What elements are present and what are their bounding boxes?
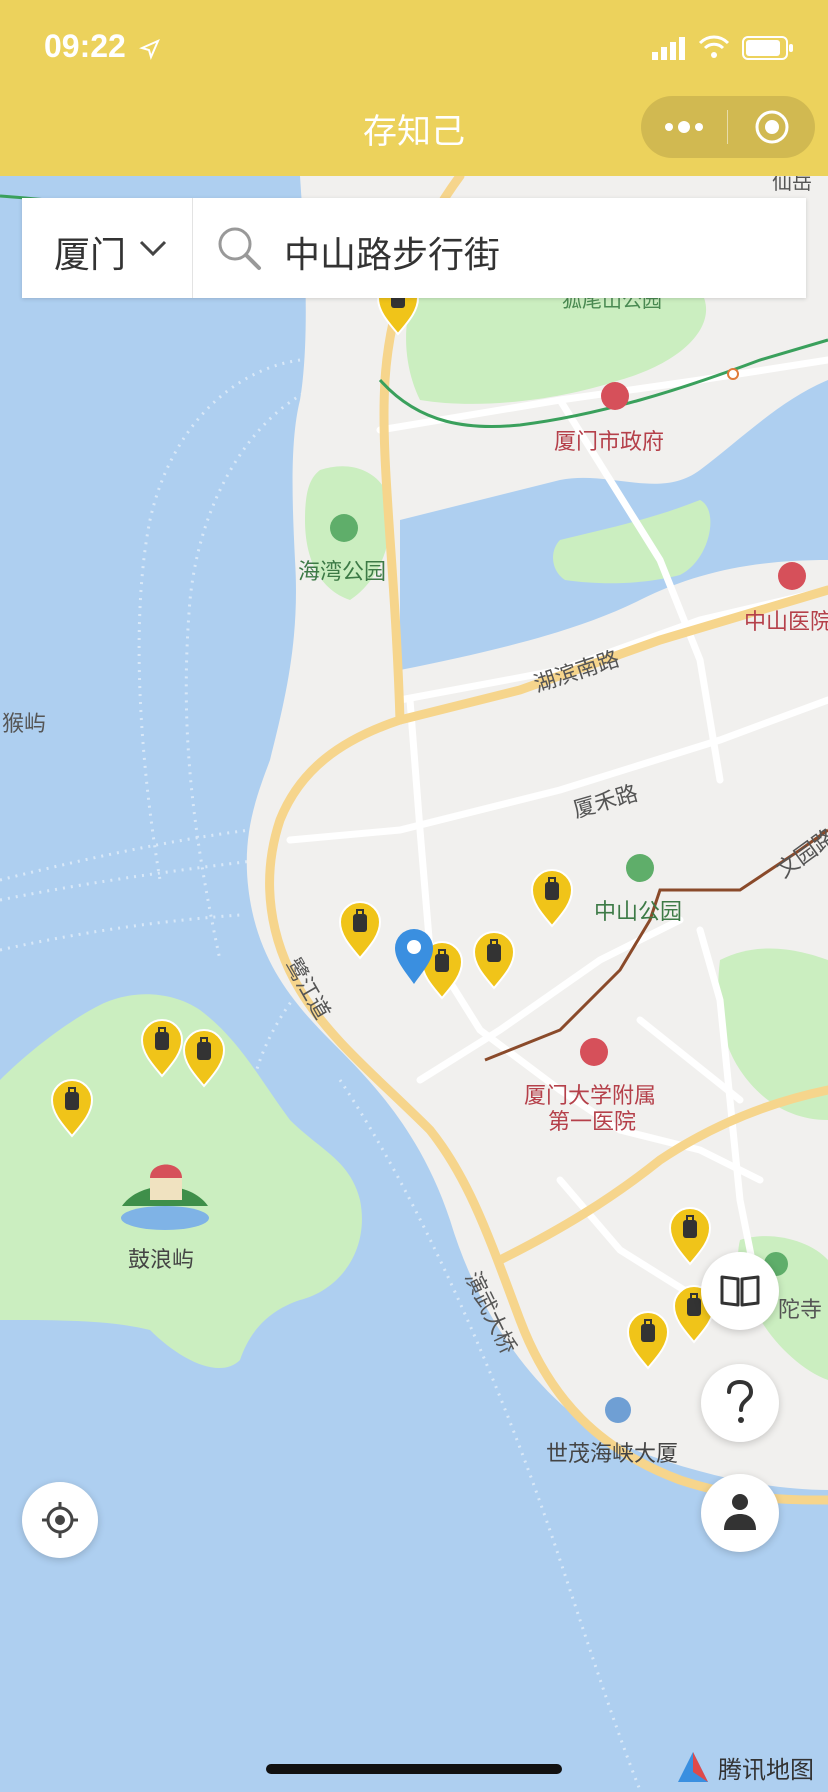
- bay-park-label[interactable]: 海湾公园: [298, 554, 386, 586]
- help-button[interactable]: [701, 1364, 779, 1442]
- search-query: 中山路步行街: [284, 235, 501, 276]
- miniprogram-capsule: [641, 96, 815, 158]
- xmu-hospital-label-line2[interactable]: 第一医院: [548, 1104, 636, 1136]
- luggage-pin[interactable]: [472, 930, 516, 990]
- luggage-pin[interactable]: [140, 1018, 184, 1078]
- government-label[interactable]: 厦门市政府: [554, 424, 664, 456]
- luggage-pin[interactable]: [182, 1028, 226, 1088]
- capsule-divider: [727, 110, 728, 144]
- search-input[interactable]: 中山路步行街: [193, 198, 806, 298]
- luggage-icon: [435, 954, 449, 972]
- luggage-pin[interactable]: [530, 868, 574, 928]
- search-icon: [218, 227, 261, 270]
- government-poi-icon[interactable]: [601, 382, 629, 410]
- luggage-icon: [683, 1220, 697, 1238]
- shimao-label[interactable]: 世茂海峡大厦: [546, 1436, 678, 1468]
- luggage-icon: [353, 914, 367, 932]
- home-indicator[interactable]: [266, 1764, 562, 1774]
- chevron-down-icon: [139, 240, 167, 257]
- luggage-icon: [487, 944, 501, 962]
- person-icon: [724, 1494, 756, 1530]
- zhongshan-park-label[interactable]: 中山公园: [594, 894, 682, 926]
- close-circle-icon: [755, 110, 789, 144]
- navigation-arrow-icon: [138, 38, 160, 60]
- gulangyu-label[interactable]: 鼓浪屿: [128, 1242, 194, 1274]
- luggage-icon: [687, 1298, 701, 1316]
- zhongshan-park-poi-icon[interactable]: [626, 854, 654, 882]
- search-bar: 厦门 中山路步行街: [22, 198, 806, 298]
- building-poi-icon[interactable]: [605, 1397, 631, 1423]
- question-icon: [727, 1380, 754, 1423]
- battery-icon: [742, 36, 793, 60]
- status-time: 09:22: [44, 28, 161, 65]
- guide-button[interactable]: [701, 1252, 779, 1330]
- temple-label[interactable]: 陀寺: [778, 1292, 822, 1324]
- close-button[interactable]: [729, 96, 815, 158]
- luggage-pin[interactable]: [626, 1310, 670, 1370]
- luggage-icon: [197, 1042, 211, 1060]
- houyu-label: 猴屿: [2, 712, 47, 737]
- more-dots-icon: [665, 121, 703, 133]
- luggage-icon: [155, 1032, 169, 1050]
- signal-icon: [652, 37, 685, 60]
- zhongshan-hospital-label[interactable]: 中山医院: [744, 604, 828, 636]
- wifi-icon: [698, 35, 730, 58]
- map-brand-label: 腾讯地图: [718, 1756, 814, 1784]
- locate-icon: [42, 1502, 78, 1538]
- park-poi-icon[interactable]: [330, 514, 358, 542]
- locate-button[interactable]: [22, 1482, 98, 1558]
- app-header: 09:22 存知己: [0, 0, 828, 176]
- luggage-pin[interactable]: [50, 1078, 94, 1138]
- luggage-icon: [641, 1324, 655, 1342]
- profile-button[interactable]: [701, 1474, 779, 1552]
- xmu-hospital-poi-icon[interactable]: [580, 1038, 608, 1066]
- hospital-poi-icon[interactable]: [778, 562, 806, 590]
- city-selector[interactable]: 厦门: [22, 198, 193, 298]
- more-button[interactable]: [641, 96, 727, 158]
- tencent-map-logo-icon: [678, 1752, 708, 1782]
- book-icon: [720, 1275, 760, 1307]
- city-label: 厦门: [54, 235, 127, 276]
- luggage-icon: [545, 882, 559, 900]
- luggage-icon: [65, 1092, 79, 1110]
- status-time-text: 09:22: [44, 28, 126, 64]
- luggage-pin[interactable]: [668, 1206, 712, 1266]
- luggage-pin[interactable]: [338, 900, 382, 960]
- current-location-pin[interactable]: [392, 926, 436, 986]
